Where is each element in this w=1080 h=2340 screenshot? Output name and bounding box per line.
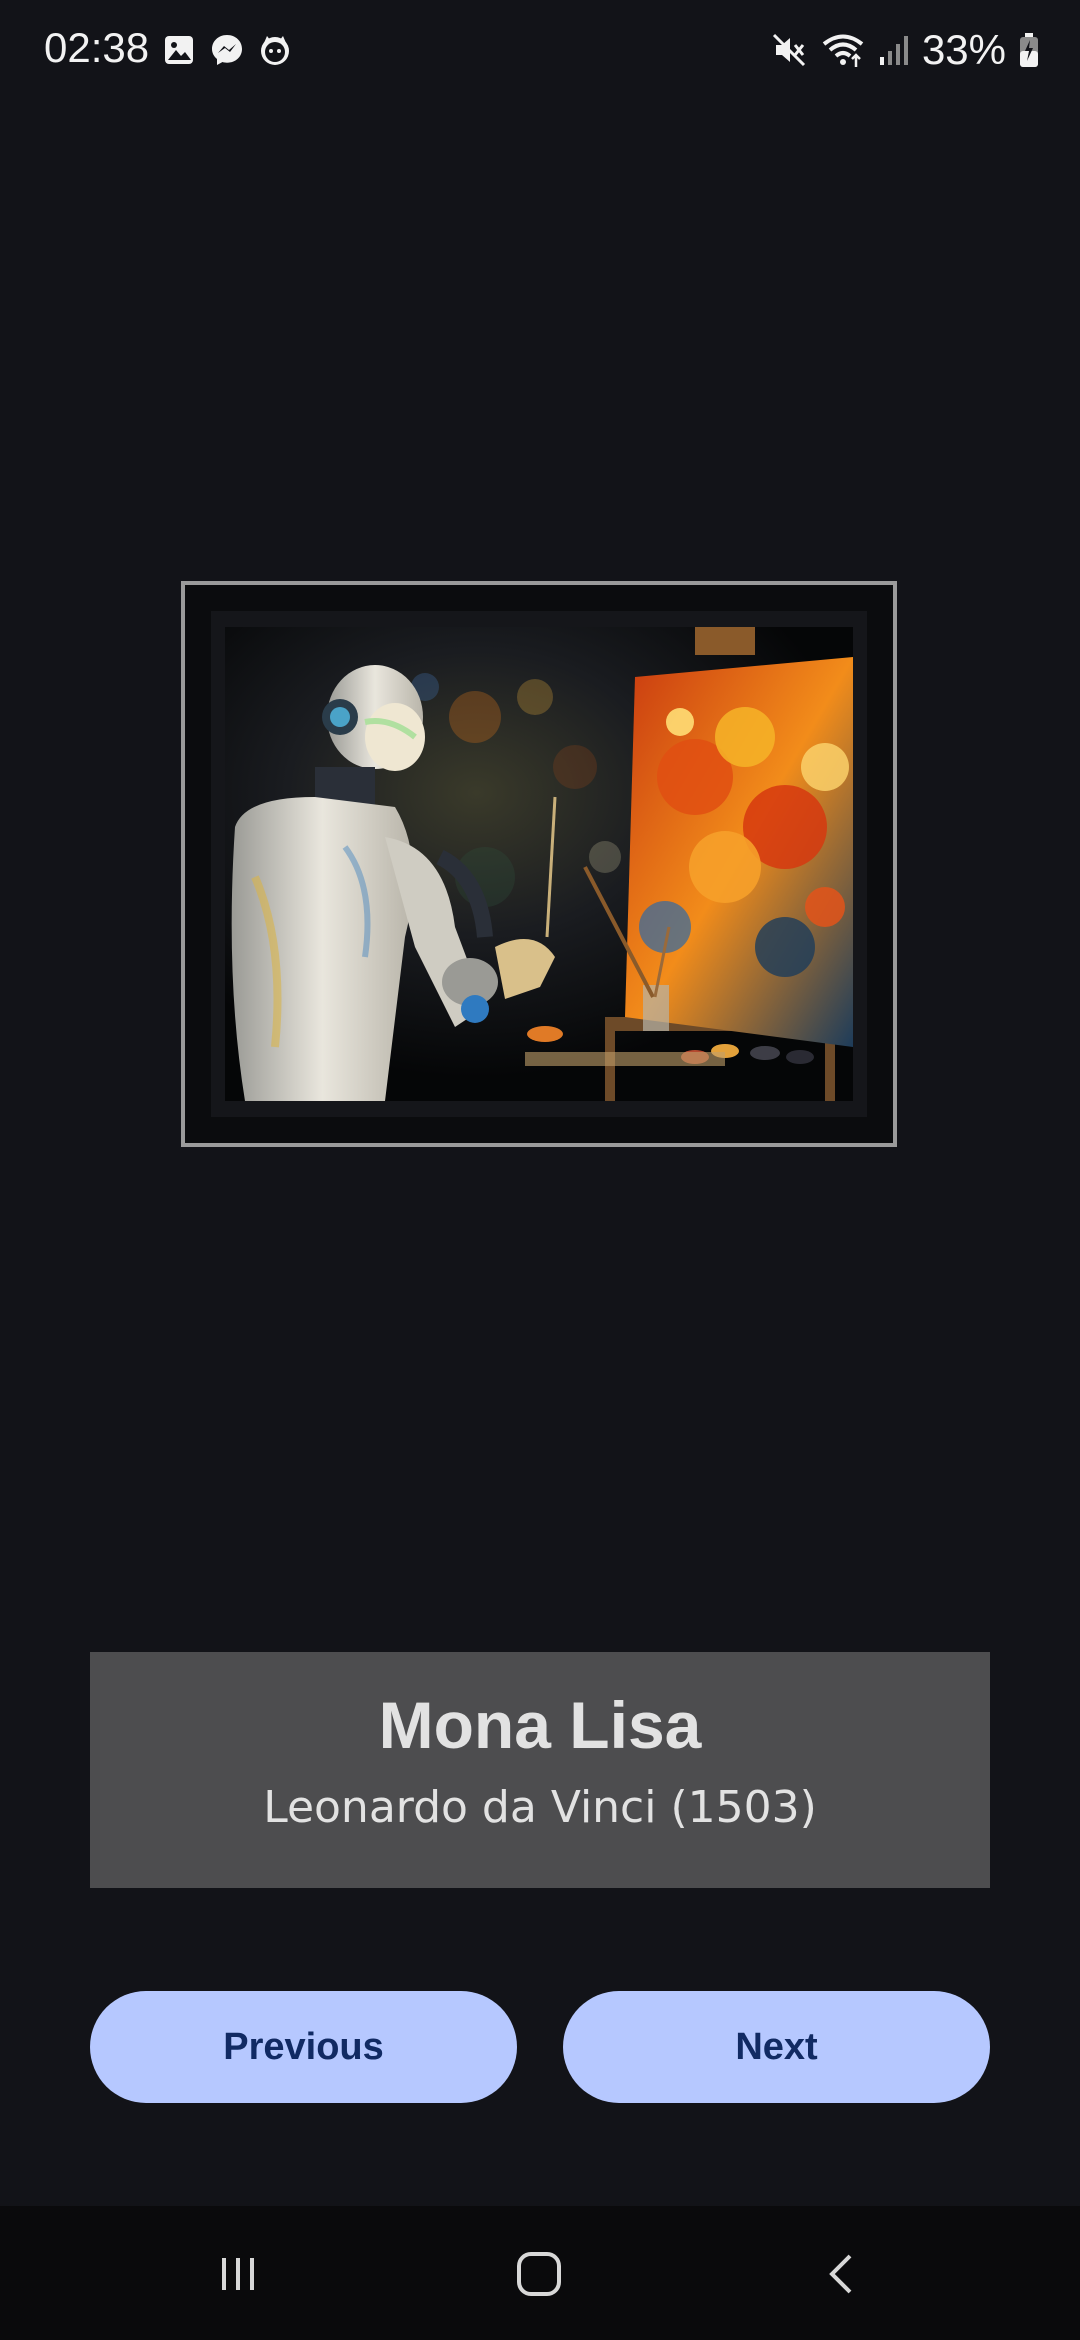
system-icons: 33%	[770, 26, 1040, 74]
back-button[interactable]	[810, 2242, 874, 2306]
artwork-info-card: Mona Lisa Leonardo da Vinci (1503)	[90, 1652, 990, 1888]
artwork-mat	[211, 611, 867, 1117]
signal-icon	[879, 36, 908, 65]
mute-icon	[772, 33, 805, 67]
messenger-icon	[212, 35, 242, 65]
artwork-title: Mona Lisa	[378, 1688, 702, 1762]
battery-icon	[1020, 33, 1038, 67]
notification-icons	[162, 33, 292, 67]
cat-face-icon	[261, 36, 289, 65]
artwork-artist-year: Leonardo da Vinci (1503)	[263, 1782, 817, 1833]
status-time: 02:38	[44, 24, 150, 71]
artwork-frame	[181, 581, 897, 1147]
home-icon	[517, 2252, 561, 2296]
recents-icon	[222, 2258, 254, 2290]
battery-percent: 33%	[921, 26, 1006, 73]
recents-button[interactable]	[206, 2242, 270, 2306]
next-button[interactable]: Next	[563, 1991, 990, 2103]
robot-painter-image	[225, 627, 853, 1101]
previous-button[interactable]: Previous	[90, 1991, 517, 2103]
system-nav-bar	[0, 2206, 1080, 2340]
back-icon	[829, 2254, 852, 2294]
home-button[interactable]	[507, 2242, 571, 2306]
gallery-icon	[165, 36, 193, 64]
wifi-icon	[822, 34, 864, 67]
status-bar: 02:38 33%	[0, 0, 1080, 100]
